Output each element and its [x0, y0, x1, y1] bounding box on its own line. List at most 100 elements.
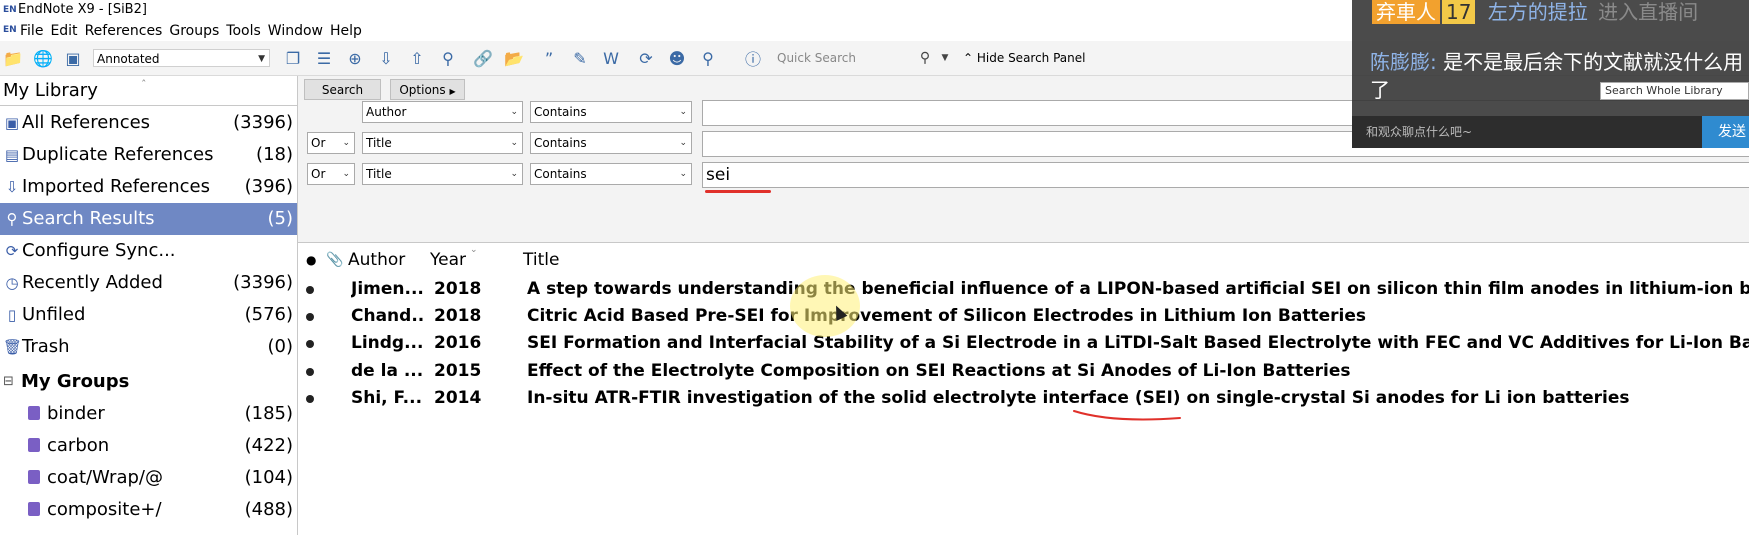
insert-citation-icon[interactable]: ” — [538, 47, 560, 69]
open-link-icon[interactable]: 🔗 — [472, 47, 494, 69]
export-icon[interactable]: ⇧ — [406, 47, 428, 69]
sidebar-item-imported-references[interactable]: ⇩ Imported References (396) — [0, 171, 297, 203]
reference-list: ● 📎 Author Year ⌄ Title Jimen... 2018 A … — [298, 243, 1749, 535]
column-header-title[interactable]: Title — [523, 243, 559, 278]
search-icon[interactable]: ⚲ — [914, 47, 936, 69]
sidebar-item-duplicate-references[interactable]: ▤ Duplicate References (18) — [0, 139, 297, 171]
chevron-right-icon: ▶ — [449, 87, 456, 96]
boolean-select-2[interactable]: Or ⌄ — [307, 132, 355, 154]
chevron-down-icon: ⌄ — [510, 107, 518, 117]
duplicate-icon: ▤ — [4, 146, 20, 164]
menu-help[interactable]: Help — [330, 23, 362, 39]
my-groups-header[interactable]: ⊟ My Groups — [0, 366, 297, 398]
group-item-coat-wrap[interactable]: coat/Wrap/@ (104) — [0, 462, 297, 494]
hide-search-panel-button[interactable]: ⌃ Hide Search Panel — [963, 49, 1085, 67]
operator-select-1[interactable]: Contains ⌄ — [530, 101, 692, 123]
group-item-composite[interactable]: composite+/ (488) — [0, 494, 297, 526]
options-button[interactable]: Options ▶ — [390, 79, 465, 100]
search-value-input-3[interactable]: sei — [702, 162, 1749, 188]
import-icon: ⇩ — [5, 178, 19, 196]
group-item-carbon[interactable]: carbon (422) — [0, 430, 297, 462]
unfiled-icon: ▯ — [7, 306, 17, 324]
group-icon — [28, 406, 40, 420]
local-library-mode-icon[interactable]: 📁 — [2, 47, 24, 69]
unread-dot-icon — [306, 395, 314, 403]
attachment-column-icon[interactable]: 📎 — [326, 243, 343, 278]
trash-icon: 🗑 — [3, 338, 23, 356]
manage-sharing-icon[interactable]: ⚲ — [697, 47, 719, 69]
menu-tools[interactable]: Tools — [226, 23, 261, 39]
table-row[interactable]: Lindg... 2016 SEI Formation and Interfac… — [298, 329, 1749, 357]
menu-window[interactable]: Window — [268, 23, 323, 39]
sort-caret-icon: ⌄ — [470, 245, 478, 255]
sidebar-item-all-references[interactable]: ▣ All References (3396) — [0, 107, 297, 139]
field-select-1[interactable]: Author ⌄ — [362, 101, 523, 123]
red-annotation-underline — [1073, 410, 1181, 421]
operator-select-2[interactable]: Contains ⌄ — [530, 132, 692, 154]
share-icon[interactable]: ☻ — [666, 47, 688, 69]
unread-dot-icon — [306, 313, 314, 321]
copy-to-library-icon[interactable]: ❐ — [282, 47, 304, 69]
sidebar-item-recently-added[interactable]: ◷ Recently Added (3396) — [0, 267, 297, 299]
quick-search-placeholder: Quick Search — [777, 51, 856, 65]
hide-search-panel-label: Hide Search Panel — [976, 51, 1086, 65]
search-scope-select[interactable]: Search Whole Library — [1600, 82, 1749, 100]
sidebar-header-label: My Library — [3, 80, 98, 101]
document-icon[interactable]: EN — [3, 25, 17, 35]
chat-input[interactable]: 和观众聊点什么吧~ — [1352, 116, 1702, 148]
word-icon[interactable]: W — [600, 47, 622, 69]
menu-file[interactable]: File — [20, 23, 43, 39]
field-select-3[interactable]: Title ⌄ — [362, 163, 523, 185]
menu-groups[interactable]: Groups — [169, 23, 219, 39]
column-header-author[interactable]: Author — [348, 243, 405, 278]
send-button[interactable]: 发送 — [1702, 116, 1749, 148]
window-title: EndNote X9 - [SiB2] — [18, 2, 147, 17]
chat-username: 陈膨膨: — [1370, 50, 1437, 74]
help-icon[interactable]: ⓘ — [742, 47, 764, 69]
field-select-2[interactable]: Title ⌄ — [362, 132, 523, 154]
chevron-down-icon: ▼ — [258, 54, 265, 64]
sidebar-item-trash[interactable]: 🗑 Trash (0) — [0, 331, 297, 363]
collapse-icon[interactable]: ⊟ — [3, 366, 14, 398]
chevron-down-icon: ⌄ — [679, 107, 687, 117]
quick-search-options-icon[interactable]: ▼ — [934, 47, 956, 69]
chevron-up-icon: ⌃ — [963, 51, 974, 65]
menu-references[interactable]: References — [85, 23, 163, 39]
online-search-icon[interactable]: ⊕ — [344, 47, 366, 69]
streamer-name: 左方的提拉 — [1487, 0, 1588, 24]
menu-edit[interactable]: Edit — [50, 23, 77, 39]
unread-dot-icon — [306, 286, 314, 294]
search-button[interactable]: Search — [304, 79, 381, 100]
enter-live-text: 进入直播间 — [1598, 0, 1699, 24]
group-item-binder[interactable]: binder (185) — [0, 398, 297, 430]
find-full-text-icon[interactable]: ⚲ — [437, 47, 459, 69]
sidebar-item-configure-sync[interactable]: ⟳ Configure Sync... — [0, 235, 297, 267]
group-icon — [28, 502, 40, 516]
table-row[interactable]: Shi, F... 2014 In-situ ATR-FTIR investig… — [298, 384, 1749, 412]
output-style-value: Annotated — [97, 52, 160, 66]
online-search-mode-icon[interactable]: 🌐 — [32, 47, 54, 69]
open-file-icon[interactable]: 📂 — [503, 47, 525, 69]
endnote-app-icon: EN — [3, 5, 17, 15]
search-results-icon: ⚲ — [6, 210, 18, 228]
sync-icon[interactable]: ⟳ — [635, 47, 657, 69]
operator-select-3[interactable]: Contains ⌄ — [530, 163, 692, 185]
red-annotation-underline — [705, 190, 771, 193]
table-row[interactable]: Chand... 2018 Citric Acid Based Pre-SEI … — [298, 302, 1749, 330]
table-row[interactable]: de la ... 2015 Effect of the Electrolyte… — [298, 357, 1749, 385]
sidebar-header[interactable]: My Library ˆ — [0, 76, 297, 106]
options-label: Options — [399, 83, 446, 97]
read-status-column-icon[interactable]: ● — [306, 243, 316, 278]
group-icon — [28, 470, 40, 484]
output-style-select[interactable]: Annotated ▼ — [93, 49, 270, 67]
boolean-select-3[interactable]: Or ⌄ — [307, 163, 355, 185]
table-row[interactable]: Jimen... 2018 A step towards understandi… — [298, 275, 1749, 303]
import-icon[interactable]: ⇩ — [375, 47, 397, 69]
column-header-year[interactable]: Year — [430, 243, 466, 278]
format-bibliography-icon[interactable]: ✎ — [569, 47, 591, 69]
integrated-library-mode-icon[interactable]: ▣ — [62, 47, 84, 69]
chevron-down-icon: ⌄ — [510, 169, 518, 179]
sidebar-item-search-results[interactable]: ⚲ Search Results (5) — [0, 203, 297, 235]
new-reference-icon[interactable]: ☰ — [313, 47, 335, 69]
sidebar-item-unfiled[interactable]: ▯ Unfiled (576) — [0, 299, 297, 331]
